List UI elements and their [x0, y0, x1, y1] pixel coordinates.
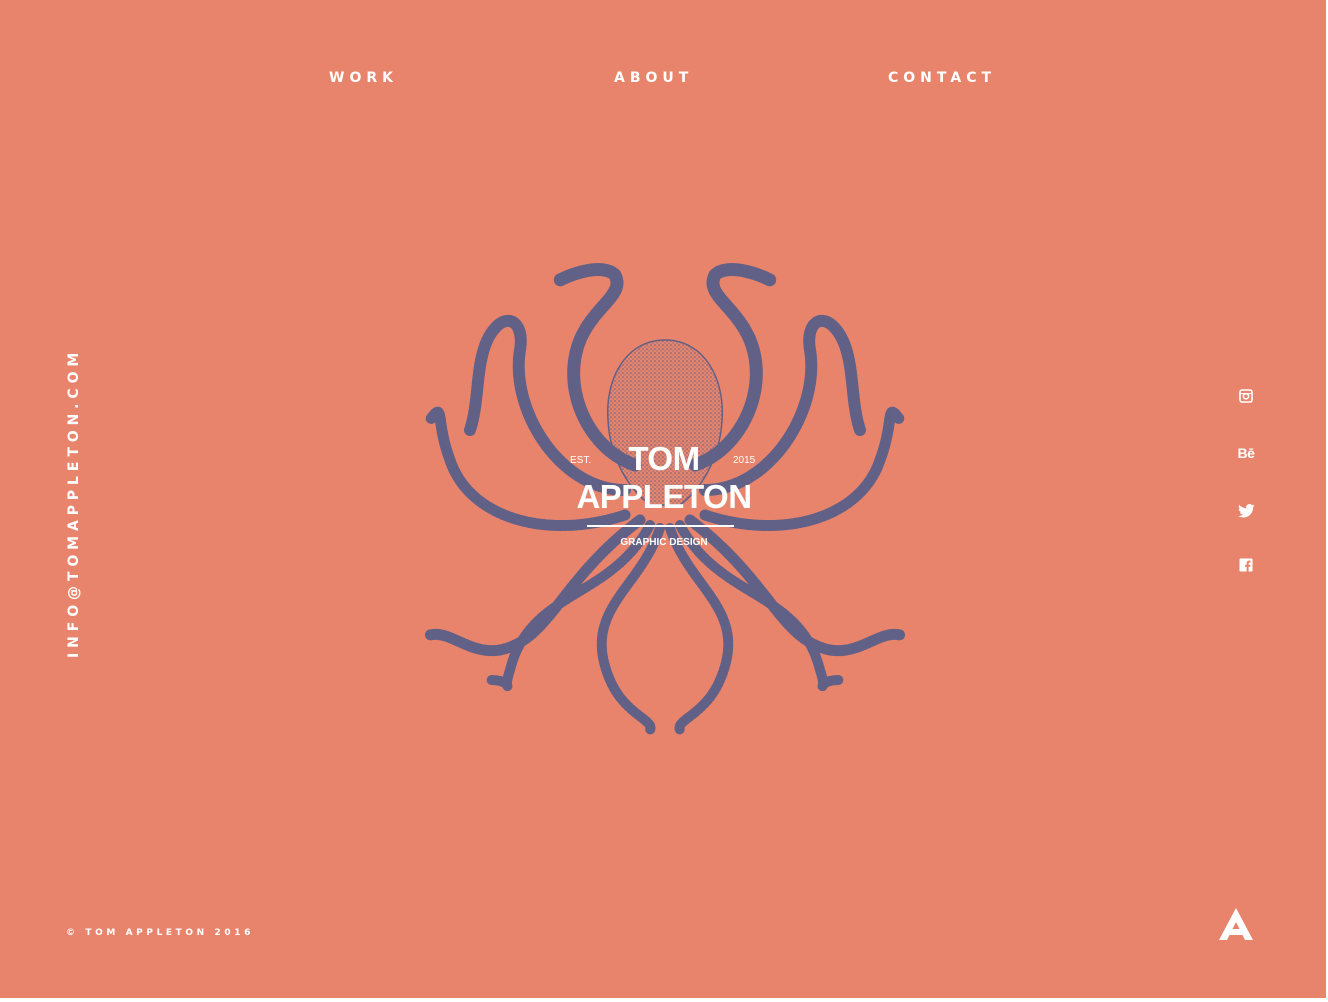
- behance-icon[interactable]: Bē: [1234, 441, 1258, 465]
- brand-tagline: GRAPHIC DESIGN: [620, 537, 708, 548]
- copyright-text: © TOM APPLETON 2016: [66, 928, 254, 938]
- brand-divider: [587, 525, 734, 527]
- facebook-icon[interactable]: [1234, 553, 1258, 577]
- instagram-icon[interactable]: [1234, 384, 1258, 408]
- behance-glyph: Bē: [1237, 445, 1255, 461]
- email-link[interactable]: INFO@TOMAPPLETON.COM: [66, 348, 82, 658]
- a-logo-icon[interactable]: [1219, 908, 1253, 940]
- twitter-icon[interactable]: [1234, 499, 1258, 523]
- nav-link-contact[interactable]: CONTACT: [888, 70, 996, 86]
- twitter-glyph: [1237, 504, 1255, 518]
- facebook-glyph: [1239, 558, 1253, 572]
- brand-name-last: APPLETON: [576, 478, 752, 515]
- instagram-glyph: [1239, 389, 1253, 403]
- nav-link-work[interactable]: WORK: [329, 70, 398, 86]
- nav-link-about[interactable]: ABOUT: [614, 70, 693, 86]
- page: WORK ABOUT CONTACT INFO@TOMAPPLETON.COM: [0, 0, 1326, 998]
- brand-name-first: TOM: [628, 440, 700, 477]
